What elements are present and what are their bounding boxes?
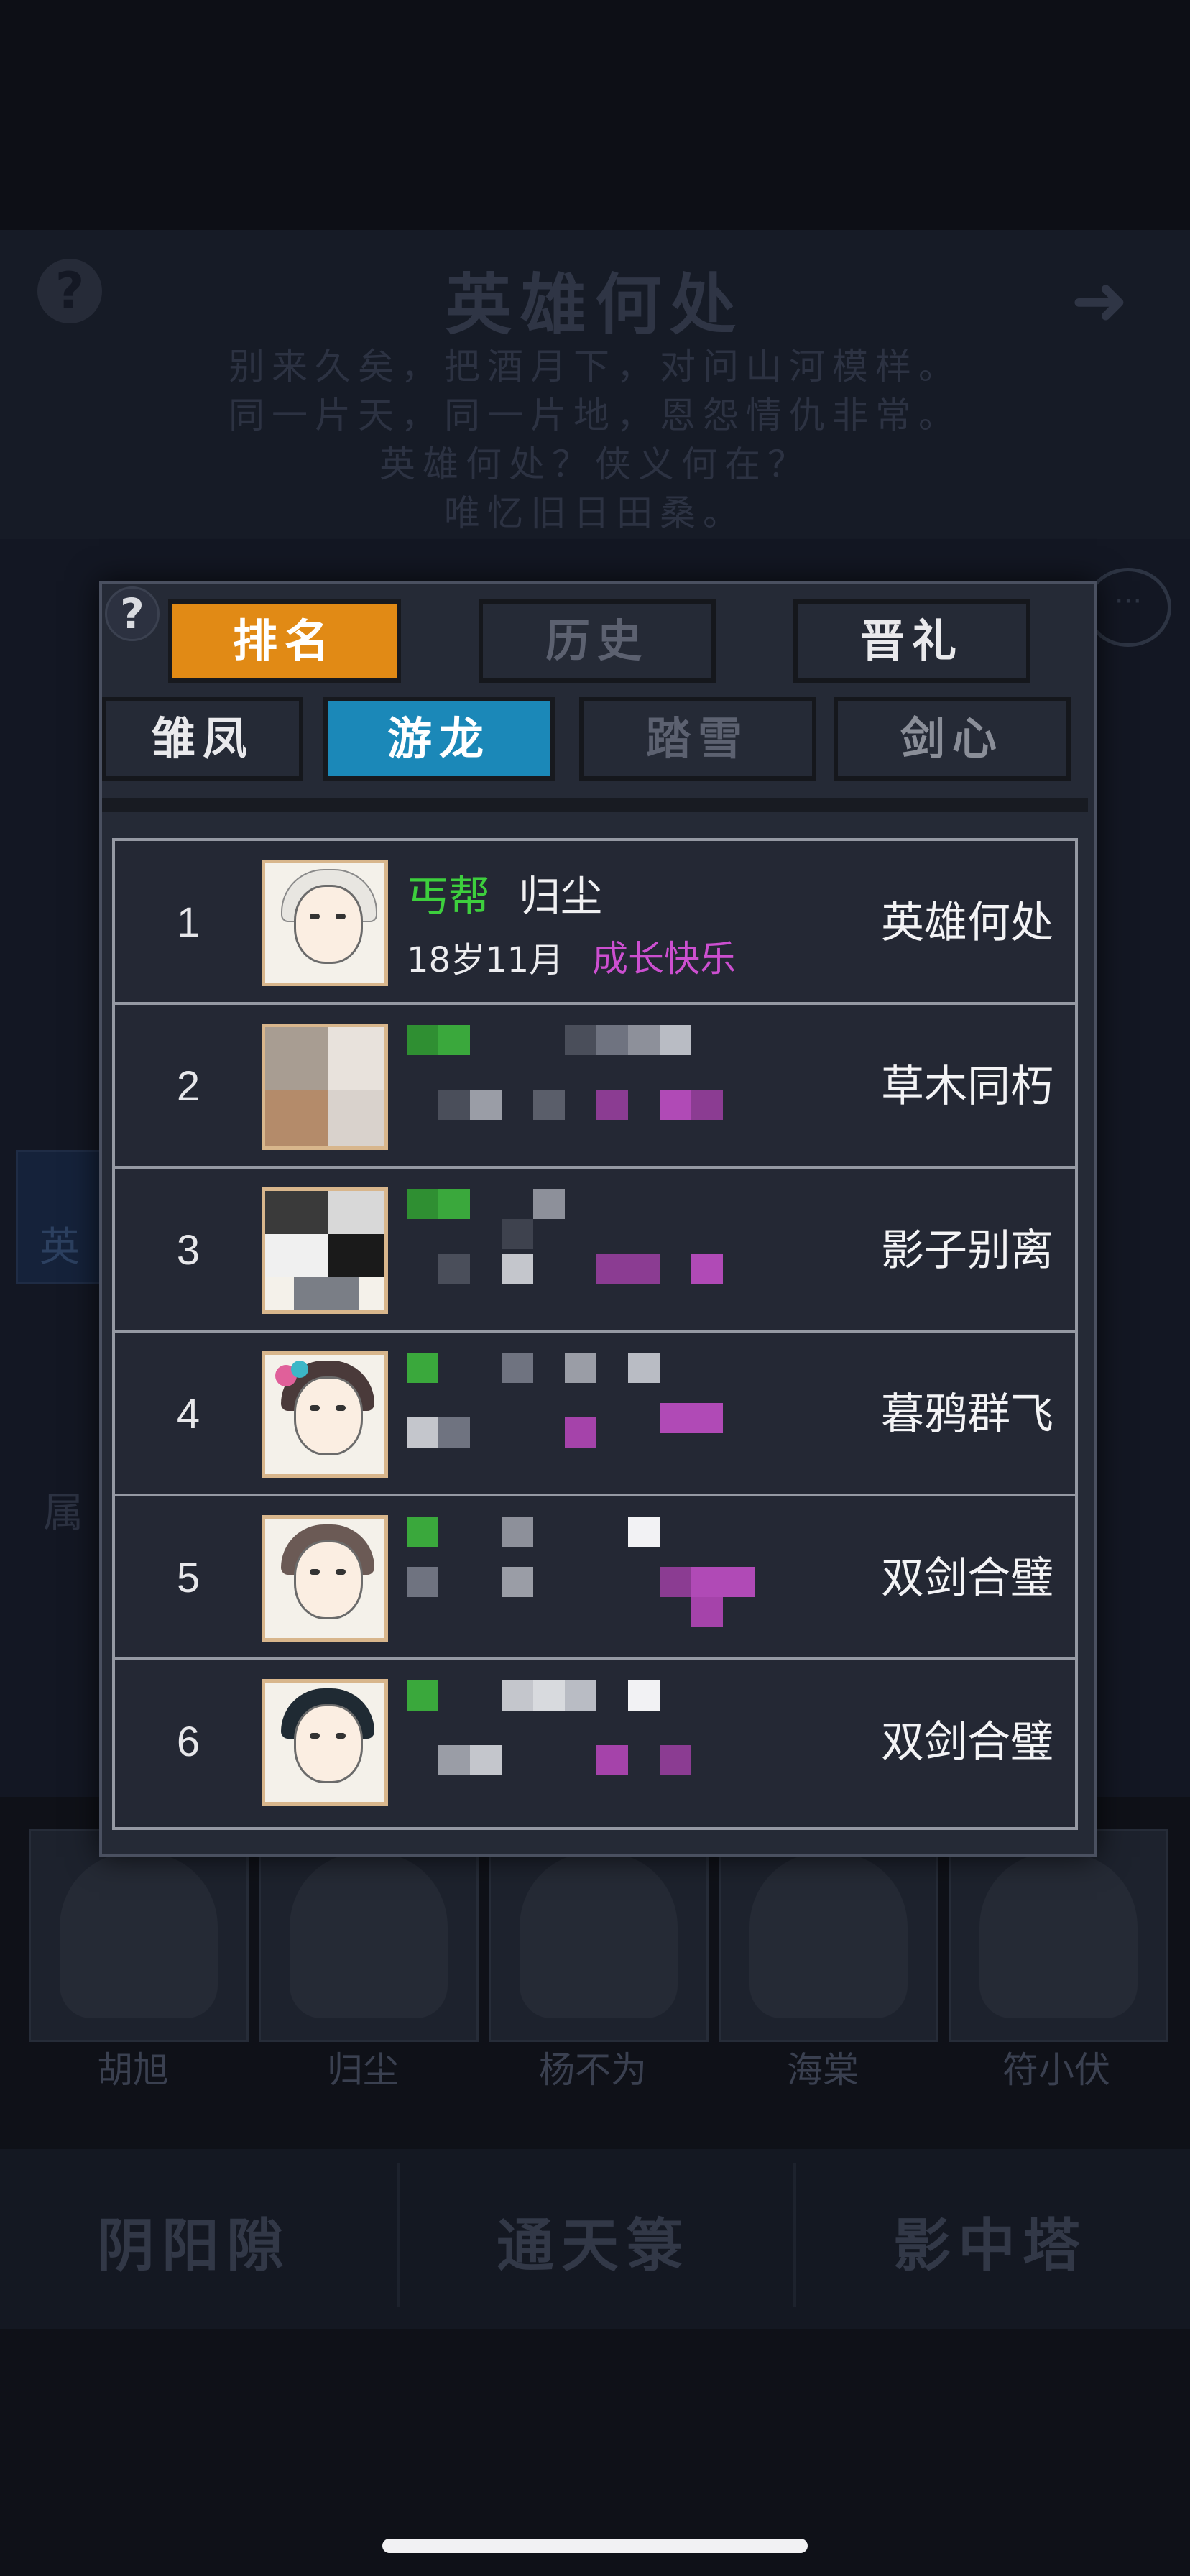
poem-line: 英雄何处？侠义何在？ xyxy=(379,443,811,485)
side-tab-label: 英 xyxy=(40,1224,80,1271)
tab-history[interactable]: 历史 xyxy=(479,599,716,683)
rank-number: 4 xyxy=(176,1391,200,1438)
censored-info xyxy=(407,1189,867,1311)
portrait-card[interactable] xyxy=(719,1829,938,2042)
avatar xyxy=(262,1187,388,1314)
top-dark-area xyxy=(0,0,1190,230)
bottom-button[interactable]: 阴阳隙 xyxy=(0,2199,388,2283)
poem-line: 唯忆旧日田桑。 xyxy=(444,492,746,534)
tab-taxue[interactable]: 踏雪 xyxy=(579,697,816,781)
rank-number: 1 xyxy=(176,899,200,946)
help-icon[interactable]: ? xyxy=(105,586,160,641)
portrait-name: 海棠 xyxy=(787,2049,859,2091)
divider xyxy=(102,798,1088,812)
rank-number: 5 xyxy=(176,1555,200,1601)
tab-youlong[interactable]: 游龙 xyxy=(323,697,555,781)
ranking-row[interactable]: 6 双剑合璧 xyxy=(115,1660,1075,1824)
poem-line: 别来久矣，把酒月下，对问山河模样。 xyxy=(229,346,961,387)
portrait-name: 符小伏 xyxy=(1002,2049,1110,2091)
player-status: 成长快乐 xyxy=(592,938,736,980)
ranking-row[interactable]: 2 草木同朽 xyxy=(115,1005,1075,1169)
avatar xyxy=(262,1351,388,1478)
bottom-button[interactable]: 影中塔 xyxy=(796,2199,1184,2283)
sect-name: 丐帮 xyxy=(407,872,491,921)
tab-chufeng[interactable]: 雏凤 xyxy=(102,697,303,781)
poem-line: 同一片天，同一片地，恩怨情仇非常。 xyxy=(229,395,961,436)
avatar xyxy=(262,1515,388,1642)
portrait-card[interactable] xyxy=(489,1829,709,2042)
tab-jianxin[interactable]: 剑心 xyxy=(834,697,1071,781)
ranking-row[interactable]: 5 双剑合璧 xyxy=(115,1496,1075,1660)
avatar xyxy=(262,860,388,986)
rank-number: 3 xyxy=(176,1227,200,1274)
attribute-label: 属 xyxy=(43,1490,83,1537)
tab-ranking[interactable]: 排名 xyxy=(168,599,401,683)
portrait-card[interactable] xyxy=(259,1829,479,2042)
bottom-button[interactable]: 通天箓 xyxy=(400,2199,788,2283)
portrait-name: 胡旭 xyxy=(97,2049,169,2091)
player-title: 双剑合璧 xyxy=(881,1717,1053,1767)
ranking-row[interactable]: 1 丐帮 归尘 18岁11月 成长快乐 英雄何处 xyxy=(115,841,1075,1005)
portrait-name: 杨不为 xyxy=(539,2049,647,2091)
player-title: 双剑合璧 xyxy=(881,1553,1053,1604)
rank-number: 6 xyxy=(176,1719,200,1765)
portrait-card[interactable] xyxy=(949,1829,1168,2042)
player-title: 草木同朽 xyxy=(881,1062,1053,1112)
censored-info xyxy=(407,1025,867,1147)
player-title: 影子别离 xyxy=(881,1225,1053,1276)
ranking-list: 1 丐帮 归尘 18岁11月 成长快乐 英雄何处 2 草木同朽 3 影子别离 4… xyxy=(112,838,1078,1830)
page-title: 英雄何处 xyxy=(445,266,744,344)
player-title: 暮鸦群飞 xyxy=(881,1389,1053,1440)
rank-number: 2 xyxy=(176,1063,200,1110)
censored-info xyxy=(407,1680,867,1803)
avatar xyxy=(262,1679,388,1806)
arrow-right-icon[interactable]: ➜ xyxy=(1071,260,1128,341)
home-indicator[interactable] xyxy=(382,2539,808,2553)
tab-promotion[interactable]: 晋礼 xyxy=(793,599,1030,683)
portrait-name: 归尘 xyxy=(327,2049,399,2091)
player-age: 18岁11月 xyxy=(407,940,564,980)
ranking-row[interactable]: 3 影子别离 xyxy=(115,1169,1075,1333)
chat-icon[interactable]: ··· xyxy=(1085,568,1171,647)
ranking-modal: ? 排名 历史 晋礼 雏凤 游龙 踏雪 剑心 1 丐帮 归尘 18岁11月 成长… xyxy=(99,581,1097,1857)
ranking-row[interactable]: 4 暮鸦群飞 xyxy=(115,1333,1075,1496)
censored-info xyxy=(407,1517,867,1639)
player-name: 归尘 xyxy=(519,872,603,921)
player-title: 英雄何处 xyxy=(881,898,1053,948)
portrait-strip xyxy=(22,1829,1186,2045)
portrait-card[interactable] xyxy=(29,1829,249,2042)
censored-info xyxy=(407,1353,867,1475)
avatar xyxy=(262,1024,388,1150)
